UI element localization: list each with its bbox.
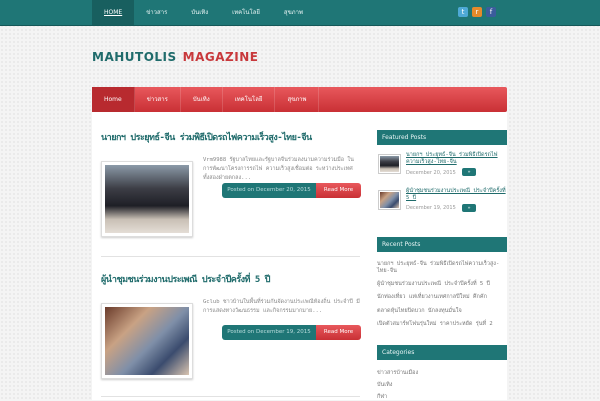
- featured-image: [380, 156, 399, 172]
- post-date: Posted on December 20, 2015: [222, 183, 316, 198]
- categories-heading: Categories: [377, 345, 507, 360]
- topnav-item-2[interactable]: ข่าวสาร: [134, 0, 179, 25]
- post-divider: [101, 256, 360, 257]
- recent-post-link[interactable]: เปิดตัวสมาร์ทโฟนรุ่นใหม่ ราคาประหยัด รุ่…: [377, 321, 507, 328]
- recent-posts-heading: Recent Posts: [377, 237, 507, 252]
- main-navigation: Home ข่าวสาร บันเทิง เทคโนโลยี สุขภาพ: [92, 87, 507, 112]
- featured-post-date: December 19, 2015: [406, 205, 456, 211]
- post-excerpt: Vrm9988 รัฐบาลไทยและรัฐบาลจีนร่วมลงนามคว…: [203, 157, 354, 181]
- featured-arrow-button[interactable]: »: [462, 168, 476, 176]
- category-link[interactable]: ข่าวสารบ้านเมือง: [377, 369, 418, 377]
- read-more-button[interactable]: Read More: [316, 325, 361, 340]
- topnav-item-home[interactable]: HOME: [92, 0, 135, 25]
- post-thumbnail[interactable]: [101, 161, 193, 237]
- topnav-item-5[interactable]: สุขภาพ: [272, 0, 315, 25]
- featured-post-link[interactable]: ผู้นำชุมชนร่วมงานประเพณี ประจำปีครั้งที่…: [406, 188, 506, 202]
- social-links: t r f: [458, 7, 496, 17]
- recent-post-link[interactable]: นักท่องเที่ยว แห่เที่ยวงานเทศกาลปีใหม่ ค…: [377, 294, 507, 301]
- mainnav-item-home[interactable]: Home: [92, 87, 135, 112]
- top-bar: HOME ข่าวสาร บันเทิง เทคโนโลยี สุขภาพ t …: [0, 0, 600, 26]
- post-excerpt: Gclub ชาวบ้านในพื้นที่ร่วมกันจัดงานประเพ…: [203, 299, 360, 314]
- featured-arrow-button[interactable]: »: [462, 204, 476, 212]
- post-date: Posted on December 19, 2015: [222, 325, 316, 340]
- post-title[interactable]: ผู้นำชุมชนร่วมงานประเพณี ประจำปีครั้งที่…: [101, 272, 270, 286]
- category-link[interactable]: บันเทิง: [377, 381, 392, 389]
- logo-part-1: MAHUTOLIS: [92, 50, 177, 64]
- recent-post-link[interactable]: นายกฯ ประยุทธ์-จีน ร่วมพิธีเปิดรถไฟความเ…: [377, 261, 507, 275]
- post-image: [105, 307, 189, 375]
- featured-post-link[interactable]: นายกฯ ประยุทธ์-จีน ร่วมพิธีเปิดรถไฟความเ…: [406, 152, 506, 166]
- featured-thumbnail[interactable]: [378, 154, 401, 174]
- featured-thumbnail[interactable]: [378, 190, 401, 210]
- post-image: [105, 165, 189, 233]
- recent-post-link[interactable]: ผู้นำชุมชนร่วมงานประเพณี ประจำปีครั้งที่…: [377, 281, 507, 288]
- site-logo[interactable]: MAHUTOLIS MAGAZINE: [92, 50, 258, 64]
- logo-part-2: MAGAZINE: [182, 50, 259, 64]
- facebook-icon[interactable]: f: [486, 7, 496, 17]
- post-thumbnail[interactable]: [101, 303, 193, 379]
- featured-image: [380, 192, 399, 208]
- post-divider: [101, 396, 360, 397]
- read-more-button[interactable]: Read More: [316, 183, 361, 198]
- featured-post-date: December 20, 2015: [406, 170, 456, 176]
- featured-posts-heading: Featured Posts: [377, 130, 507, 145]
- rss-icon[interactable]: r: [472, 7, 482, 17]
- recent-post-link[interactable]: ตลาดหุ้นไทยปิดบวก นักลงทุนมั่นใจ: [377, 308, 507, 315]
- mainnav-item-3[interactable]: บันเทิง: [181, 87, 223, 112]
- post-title[interactable]: นายกฯ ประยุทธ์-จีน ร่วมพิธีเปิดรถไฟความเ…: [101, 130, 312, 144]
- mainnav-item-4[interactable]: เทคโนโลยี: [223, 87, 276, 112]
- topnav-item-4[interactable]: เทคโนโลยี: [220, 0, 272, 25]
- twitter-icon[interactable]: t: [458, 7, 468, 17]
- top-navigation: HOME ข่าวสาร บันเทิง เทคโนโลยี สุขภาพ: [92, 0, 315, 25]
- topnav-item-3[interactable]: บันเทิง: [179, 0, 220, 25]
- mainnav-item-5[interactable]: สุขภาพ: [275, 87, 320, 112]
- mainnav-item-2[interactable]: ข่าวสาร: [135, 87, 181, 112]
